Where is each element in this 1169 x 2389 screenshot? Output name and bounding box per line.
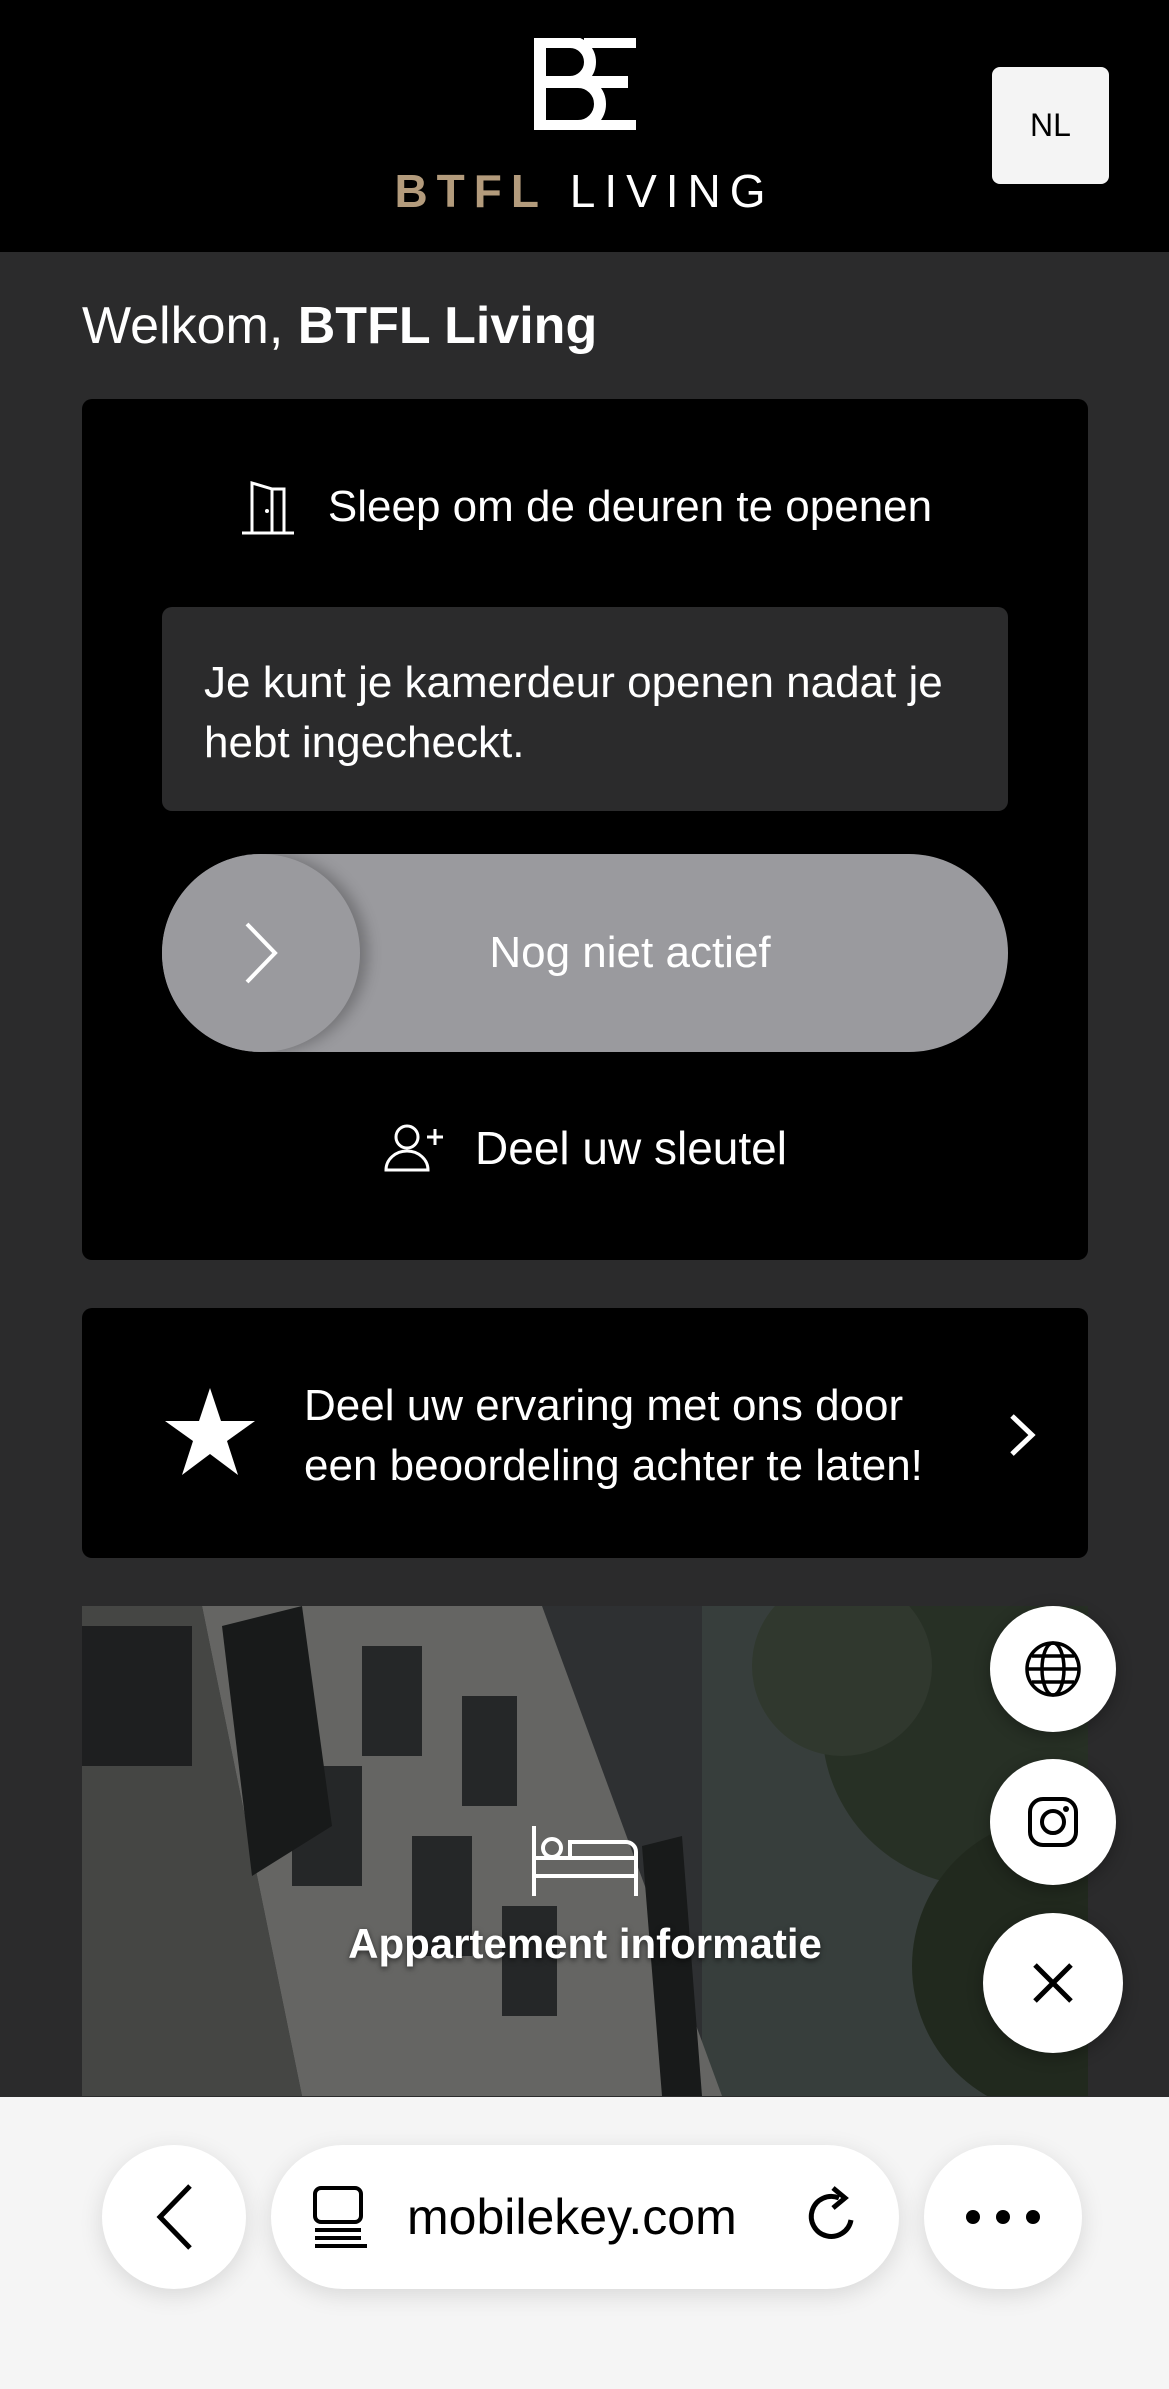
add-person-icon xyxy=(384,1124,444,1172)
checkin-info-box: Je kunt je kamerdeur openen nadat je heb… xyxy=(162,607,1008,811)
close-icon xyxy=(1033,1963,1073,2003)
chevron-right-icon xyxy=(245,922,278,984)
chevron-left-icon xyxy=(156,2184,192,2250)
url-domain: mobilekey.com xyxy=(407,2189,737,2245)
bed-icon xyxy=(532,1826,638,1896)
welcome-prefix: Welkom, xyxy=(82,297,284,355)
language-button[interactable]: NL xyxy=(992,67,1109,184)
apartment-info-card[interactable]: Appartement informatie xyxy=(82,1606,1088,2096)
logo-brand: BTFL xyxy=(394,165,548,217)
reload-icon[interactable] xyxy=(803,2186,861,2248)
back-button[interactable] xyxy=(102,2145,246,2289)
browser-toolbar: mobilekey.com xyxy=(0,2097,1169,2389)
unlock-slider[interactable]: Nog niet actief xyxy=(162,854,1008,1052)
apartment-info-label: Appartement informatie xyxy=(348,1920,822,1967)
more-button[interactable] xyxy=(924,2145,1082,2289)
app-header: BTFL LIVING NL xyxy=(0,0,1169,252)
welcome-heading: Welkom, BTFL Living xyxy=(82,296,597,356)
chevron-right-icon xyxy=(1010,1414,1036,1456)
close-fab-button[interactable] xyxy=(983,1913,1123,2053)
door-card: Sleep om de deuren te openen Je kunt je … xyxy=(82,399,1088,1260)
url-text: mobilekey.com xyxy=(407,2188,737,2246)
tab-icon[interactable] xyxy=(311,2184,371,2250)
address-bar[interactable]: mobilekey.com xyxy=(271,2145,899,2289)
slider-label: Nog niet actief xyxy=(489,928,771,977)
website-button[interactable] xyxy=(990,1606,1116,1732)
review-text: Deel uw ervaring met ons door een beoord… xyxy=(304,1381,923,1490)
share-key-label: Deel uw sleutel xyxy=(475,1122,787,1174)
instagram-icon xyxy=(1028,1797,1078,1847)
welcome-name: BTFL Living xyxy=(297,297,598,355)
globe-icon xyxy=(1025,1641,1081,1697)
logo-mark-icon xyxy=(534,38,636,130)
door-icon xyxy=(241,480,294,535)
logo-suffix: LIVING xyxy=(569,165,775,217)
door-title: Sleep om de deuren te openen xyxy=(82,479,1088,535)
door-title-text: Sleep om de deuren te openen xyxy=(327,482,933,531)
ellipsis-icon xyxy=(966,2210,1040,2224)
star-icon xyxy=(165,1388,255,1475)
share-key-button[interactable]: Deel uw sleutel xyxy=(82,1121,1088,1175)
review-card[interactable]: Deel uw ervaring met ons door een beoord… xyxy=(82,1308,1088,1558)
instagram-button[interactable] xyxy=(990,1759,1116,1885)
slider-knob[interactable] xyxy=(162,854,360,1052)
